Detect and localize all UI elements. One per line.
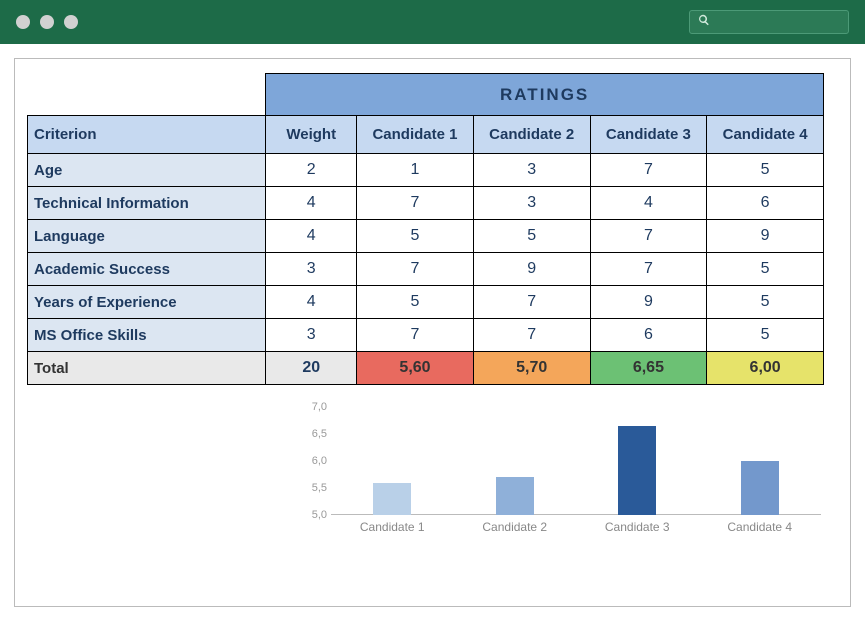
table-row: Years of Experience 4 5 7 9 5 bbox=[28, 286, 824, 319]
value-cell: 7 bbox=[357, 319, 474, 352]
value-cell: 7 bbox=[473, 286, 590, 319]
total-score-c1: 5,60 bbox=[357, 352, 474, 385]
value-cell: 7 bbox=[357, 253, 474, 286]
value-cell: 5 bbox=[357, 286, 474, 319]
value-cell: 7 bbox=[590, 154, 707, 187]
value-cell: 1 bbox=[357, 154, 474, 187]
value-cell: 5 bbox=[473, 220, 590, 253]
window-close-dot[interactable] bbox=[16, 15, 30, 29]
value-cell: 9 bbox=[473, 253, 590, 286]
value-cell: 5 bbox=[707, 253, 824, 286]
criterion-cell: Language bbox=[28, 220, 266, 253]
value-cell: 3 bbox=[473, 187, 590, 220]
app-window: RATINGS Criterion Weight Candidate 1 Can… bbox=[0, 0, 865, 623]
value-cell: 5 bbox=[707, 319, 824, 352]
value-cell: 9 bbox=[707, 220, 824, 253]
criterion-cell: Years of Experience bbox=[28, 286, 266, 319]
y-tick: 6,0 bbox=[303, 455, 327, 467]
x-label: Candidate 2 bbox=[482, 520, 547, 534]
chart-bar bbox=[496, 477, 534, 515]
table-row: Age 2 1 3 7 5 bbox=[28, 154, 824, 187]
window-controls bbox=[16, 15, 78, 29]
window-maximize-dot[interactable] bbox=[64, 15, 78, 29]
table-row: Academic Success 3 7 9 7 5 bbox=[28, 253, 824, 286]
total-score-c4: 6,00 bbox=[707, 352, 824, 385]
chart-axis-area: 7,0 6,5 6,0 5,5 5,0 bbox=[331, 407, 821, 515]
candidate-2-header: Candidate 2 bbox=[473, 116, 590, 154]
weight-cell: 4 bbox=[266, 220, 357, 253]
titlebar bbox=[0, 0, 865, 44]
value-cell: 5 bbox=[707, 154, 824, 187]
x-label: Candidate 1 bbox=[360, 520, 425, 534]
weight-header: Weight bbox=[266, 116, 357, 154]
criterion-cell: Age bbox=[28, 154, 266, 187]
value-cell: 7 bbox=[357, 187, 474, 220]
search-box[interactable] bbox=[689, 10, 849, 34]
candidate-3-header: Candidate 3 bbox=[590, 116, 707, 154]
weight-cell: 3 bbox=[266, 319, 357, 352]
weight-cell: 4 bbox=[266, 286, 357, 319]
y-tick: 7,0 bbox=[303, 401, 327, 413]
value-cell: 5 bbox=[707, 286, 824, 319]
value-cell: 9 bbox=[590, 286, 707, 319]
total-weight: 20 bbox=[266, 352, 357, 385]
weight-cell: 3 bbox=[266, 253, 357, 286]
value-cell: 3 bbox=[473, 154, 590, 187]
chart-bar bbox=[741, 461, 779, 515]
y-tick: 5,5 bbox=[303, 482, 327, 494]
chart-bar bbox=[618, 426, 656, 515]
value-cell: 7 bbox=[473, 319, 590, 352]
value-cell: 7 bbox=[590, 253, 707, 286]
search-icon bbox=[698, 13, 710, 31]
weight-cell: 4 bbox=[266, 187, 357, 220]
chart-x-labels: Candidate 1 Candidate 2 Candidate 3 Cand… bbox=[331, 517, 821, 537]
ratings-table: RATINGS Criterion Weight Candidate 1 Can… bbox=[27, 73, 824, 385]
criterion-cell: Academic Success bbox=[28, 253, 266, 286]
total-row: Total 20 5,60 5,70 6,65 6,00 bbox=[28, 352, 824, 385]
criterion-cell: Technical Information bbox=[28, 187, 266, 220]
total-score-c2: 5,70 bbox=[473, 352, 590, 385]
weight-cell: 2 bbox=[266, 154, 357, 187]
chart-bar bbox=[373, 483, 411, 515]
value-cell: 5 bbox=[357, 220, 474, 253]
x-label: Candidate 4 bbox=[727, 520, 792, 534]
candidate-1-header: Candidate 1 bbox=[357, 116, 474, 154]
x-label: Candidate 3 bbox=[605, 520, 670, 534]
criterion-cell: MS Office Skills bbox=[28, 319, 266, 352]
page-content: RATINGS Criterion Weight Candidate 1 Can… bbox=[14, 58, 851, 607]
value-cell: 7 bbox=[590, 220, 707, 253]
table-row: Language 4 5 5 7 9 bbox=[28, 220, 824, 253]
y-tick: 6,5 bbox=[303, 428, 327, 440]
total-score-c3: 6,65 bbox=[590, 352, 707, 385]
criterion-header: Criterion bbox=[28, 116, 266, 154]
value-cell: 6 bbox=[590, 319, 707, 352]
value-cell: 4 bbox=[590, 187, 707, 220]
candidate-4-header: Candidate 4 bbox=[707, 116, 824, 154]
ratings-header: RATINGS bbox=[266, 74, 824, 116]
bar-chart: 7,0 6,5 6,0 5,5 5,0 Candidate 1 Candidat… bbox=[301, 407, 821, 537]
y-tick: 5,0 bbox=[303, 509, 327, 521]
window-minimize-dot[interactable] bbox=[40, 15, 54, 29]
total-label: Total bbox=[28, 352, 266, 385]
chart-bars bbox=[331, 407, 821, 515]
value-cell: 6 bbox=[707, 187, 824, 220]
corner-blank bbox=[28, 74, 266, 116]
table-row: MS Office Skills 3 7 7 6 5 bbox=[28, 319, 824, 352]
table-row: Technical Information 4 7 3 4 6 bbox=[28, 187, 824, 220]
